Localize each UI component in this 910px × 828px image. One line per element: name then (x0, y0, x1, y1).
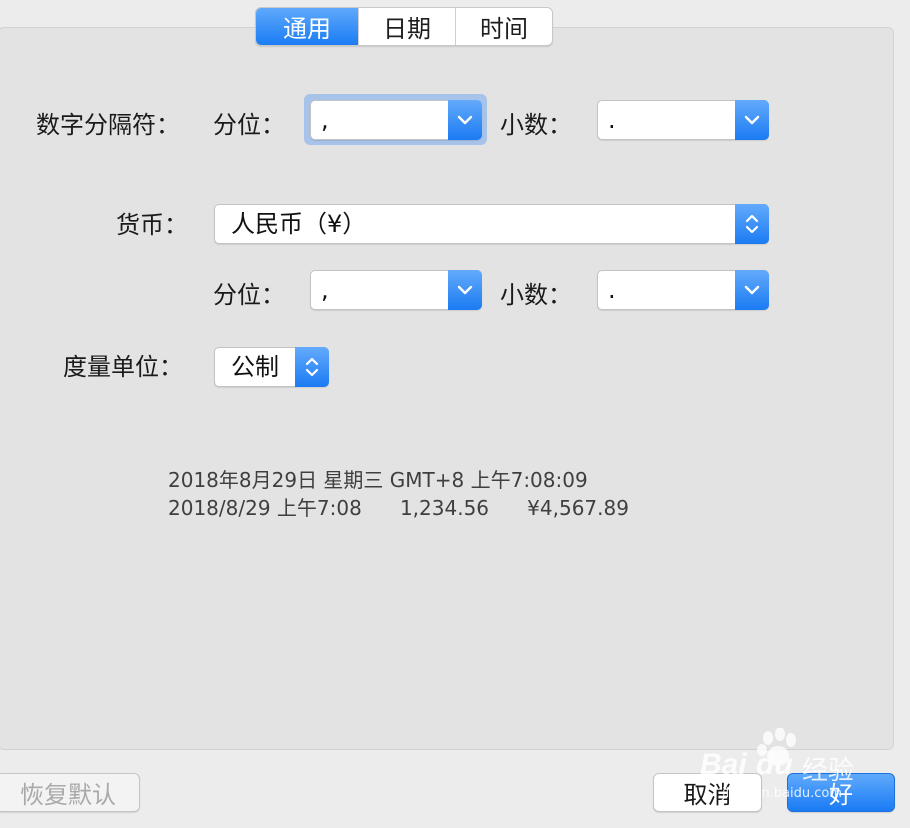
number-grouping-popup[interactable]: , (310, 100, 482, 140)
format-preview-line-1: 2018年8月29日 星期三 GMT+8 上午7:08:09 (168, 468, 588, 492)
tab-time[interactable]: 时间 (455, 8, 552, 45)
currency-grouping-value: , (321, 276, 329, 304)
tab-general[interactable]: 通用 (256, 8, 358, 45)
currency-label: 货币： (116, 211, 188, 239)
number-grouping-label: 分位： (213, 111, 285, 139)
format-preview-line-2: 2018/8/29 上午7:08 1,234.56 ¥4,567.89 (168, 496, 629, 520)
currency-decimal-value: . (608, 276, 616, 304)
ok-button[interactable]: 好 (787, 773, 895, 812)
chevron-down-icon (448, 100, 482, 140)
measurement-popup[interactable]: 公制 (214, 347, 329, 387)
currency-grouping-label: 分位： (213, 281, 285, 309)
chevron-updown-icon (735, 204, 769, 244)
tab-date[interactable]: 日期 (358, 8, 455, 45)
number-grouping-value: , (321, 106, 329, 134)
chevron-down-icon (735, 100, 769, 140)
chevron-down-icon (735, 270, 769, 310)
currency-decimal-label: 小数： (500, 281, 572, 309)
cancel-button[interactable]: 取消 (653, 773, 762, 812)
chevron-down-icon (448, 270, 482, 310)
number-decimal-value: . (608, 106, 616, 134)
number-decimal-popup[interactable]: . (597, 100, 769, 140)
chevron-updown-icon (295, 347, 329, 387)
segmented-tab-control: 通用 日期 时间 (255, 7, 553, 46)
number-separator-label: 数字分隔符： (36, 111, 180, 139)
measurement-value: 公制 (231, 353, 279, 381)
currency-popup[interactable]: 人民币（¥） (214, 204, 769, 244)
measurement-label: 度量单位： (63, 353, 183, 381)
restore-defaults-button[interactable]: 恢复默认 (0, 773, 140, 812)
currency-decimal-popup[interactable]: . (597, 270, 769, 310)
currency-value: 人民币（¥） (231, 210, 367, 238)
number-decimal-label: 小数： (500, 111, 572, 139)
currency-grouping-popup[interactable]: , (310, 270, 482, 310)
